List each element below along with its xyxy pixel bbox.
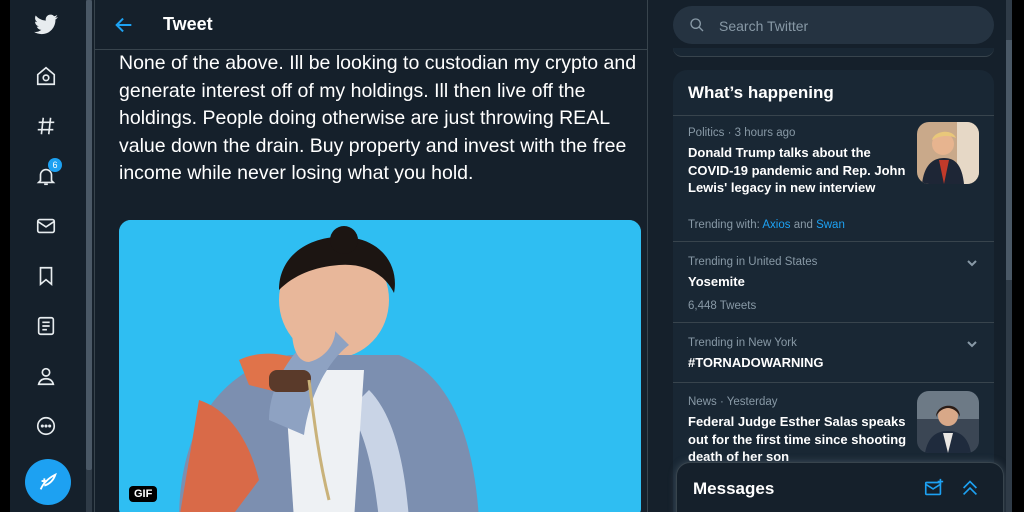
right-sidebar: What’s happening Politics · 3 hours ago … — [660, 0, 1012, 512]
search-box[interactable] — [673, 6, 994, 46]
trend-headline: #TORNADOWARNING — [688, 355, 824, 370]
nav-scrollbar[interactable] — [86, 0, 92, 512]
messages-drawer[interactable]: Messages — [676, 462, 1004, 512]
notification-count-badge: 6 — [48, 158, 62, 172]
tweet-column: Tweet None of the above. Ill be looking … — [94, 0, 648, 512]
chevron-double-up-icon[interactable] — [959, 477, 981, 499]
whats-happening-panel: What’s happening Politics · 3 hours ago … — [673, 70, 994, 512]
trending-with: Trending with: Axios and Swan — [688, 219, 845, 231]
bookmarks-icon[interactable] — [32, 262, 60, 290]
twitter-logo-icon[interactable] — [32, 10, 60, 38]
trend-item-tornadowarning[interactable]: Trending in New York #TORNADOWARNING — [673, 322, 994, 383]
chevron-down-icon[interactable] — [966, 337, 978, 349]
whats-happening-title: What’s happening — [688, 83, 834, 102]
trend-item-yosemite[interactable]: Trending in United States Yosemite 6,448… — [673, 241, 994, 322]
trend-headline: Donald Trump talks about the COVID-19 pa… — [688, 145, 906, 195]
trend-meta: Trending in New York — [688, 337, 797, 349]
search-icon — [690, 18, 704, 32]
trend-thumbnail — [917, 122, 979, 184]
trend-thumbnail — [917, 391, 979, 453]
trend-headline: Yosemite — [688, 274, 745, 289]
search-input[interactable] — [717, 6, 981, 46]
trend-meta: Trending in United States — [688, 256, 818, 268]
lists-icon[interactable] — [32, 312, 60, 340]
column-header: Tweet — [95, 0, 647, 50]
compose-tweet-icon — [39, 472, 57, 490]
compose-tweet-button[interactable] — [25, 459, 71, 505]
chevron-down-icon[interactable] — [966, 256, 978, 268]
home-icon[interactable] — [32, 62, 60, 90]
gif-person-image — [119, 220, 641, 512]
sidebar-card-edge — [673, 48, 994, 57]
more-icon[interactable] — [32, 412, 60, 440]
messages-title: Messages — [693, 479, 775, 498]
trend-meta: News · Yesterday — [688, 396, 778, 408]
new-message-icon[interactable] — [923, 477, 945, 499]
profile-icon[interactable] — [32, 362, 60, 390]
trend-item-politics[interactable]: Politics · 3 hours ago Donald Trump talk… — [673, 115, 994, 241]
tweet-text: None of the above. Ill be looking to cus… — [119, 52, 637, 184]
side-navigation: 6 — [10, 0, 84, 512]
tweet-count: 6,448 Tweets — [688, 300, 757, 312]
trend-link-swan[interactable]: Swan — [816, 219, 845, 231]
gif-badge: GIF — [129, 486, 158, 502]
trend-headline: Federal Judge Esther Salas speaks out fo… — [688, 414, 907, 464]
app-window: 6 Tweet None of the above. Ill be lookin… — [10, 0, 1012, 512]
tweet-gif-media[interactable]: GIF — [119, 220, 641, 512]
trend-meta: Politics · 3 hours ago — [688, 127, 796, 139]
back-arrow-icon[interactable] — [113, 14, 135, 36]
trend-link-axios[interactable]: Axios — [762, 219, 790, 231]
messages-envelope-icon[interactable] — [32, 212, 60, 240]
page-scrollbar[interactable] — [1006, 0, 1012, 512]
explore-hashtag-icon[interactable] — [32, 112, 60, 140]
page-title: Tweet — [163, 14, 213, 34]
